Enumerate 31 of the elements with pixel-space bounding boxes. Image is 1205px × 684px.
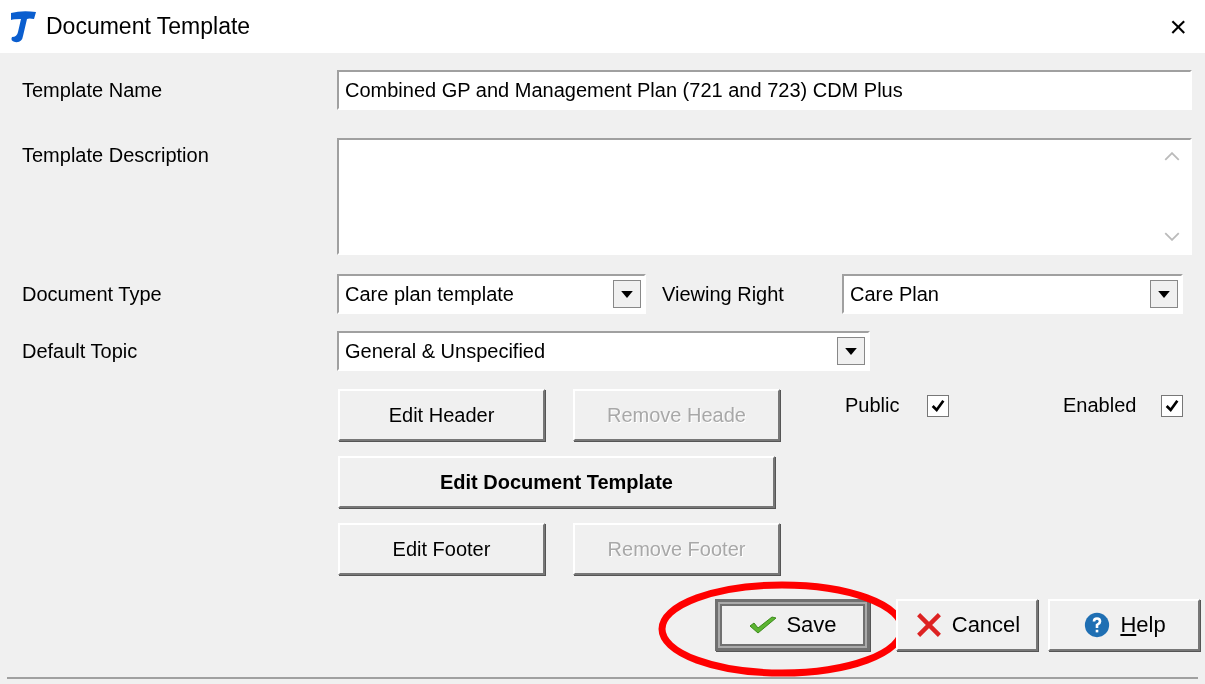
dropdown-arrow-icon [1158,290,1170,298]
scroll-up-icon[interactable] [1164,152,1180,161]
scroll-down-icon[interactable] [1164,232,1180,241]
checkmark-icon [930,397,947,414]
checkbox[interactable] [927,394,950,417]
section-button[interactable]: Edit Header [338,389,545,441]
cancel-button[interactable]: Cancel [896,599,1038,651]
field-label: Template Name [21,78,164,102]
default-topic-dropdown[interactable]: General & Unspecified [337,331,870,371]
app-logo-icon [8,9,38,44]
document-type-dropdown[interactable]: Care plan template [337,274,646,314]
section-button[interactable]: Edit Footer [338,523,545,575]
save-button[interactable]: Save [715,599,870,651]
checkbox-label: Public [845,394,900,417]
field-label: Document Type [21,282,163,306]
field-label: Viewing Right [662,282,785,306]
field-label: Template Description [21,144,210,167]
viewing-right-dropdown[interactable]: Care Plan [842,274,1183,314]
checkmark-icon [748,615,779,635]
dropdown-arrow-icon [621,290,633,298]
field-label: Default Topic [21,339,139,363]
help-button[interactable]: Help [1048,599,1200,651]
dropdown-arrow-icon [845,347,857,355]
template-name-field[interactable]: Combined GP and Management Plan (721 and 723) CDM Plus [337,70,1192,110]
window-title: Document Template [46,13,251,40]
checkbox[interactable] [1161,394,1184,417]
section-button[interactable]: Edit Document Template [338,456,775,508]
checkmark-icon [1164,397,1181,414]
checkbox-label: Enabled [1063,394,1137,417]
description-field[interactable] [337,138,1192,255]
close-button[interactable]: × [1169,9,1187,44]
